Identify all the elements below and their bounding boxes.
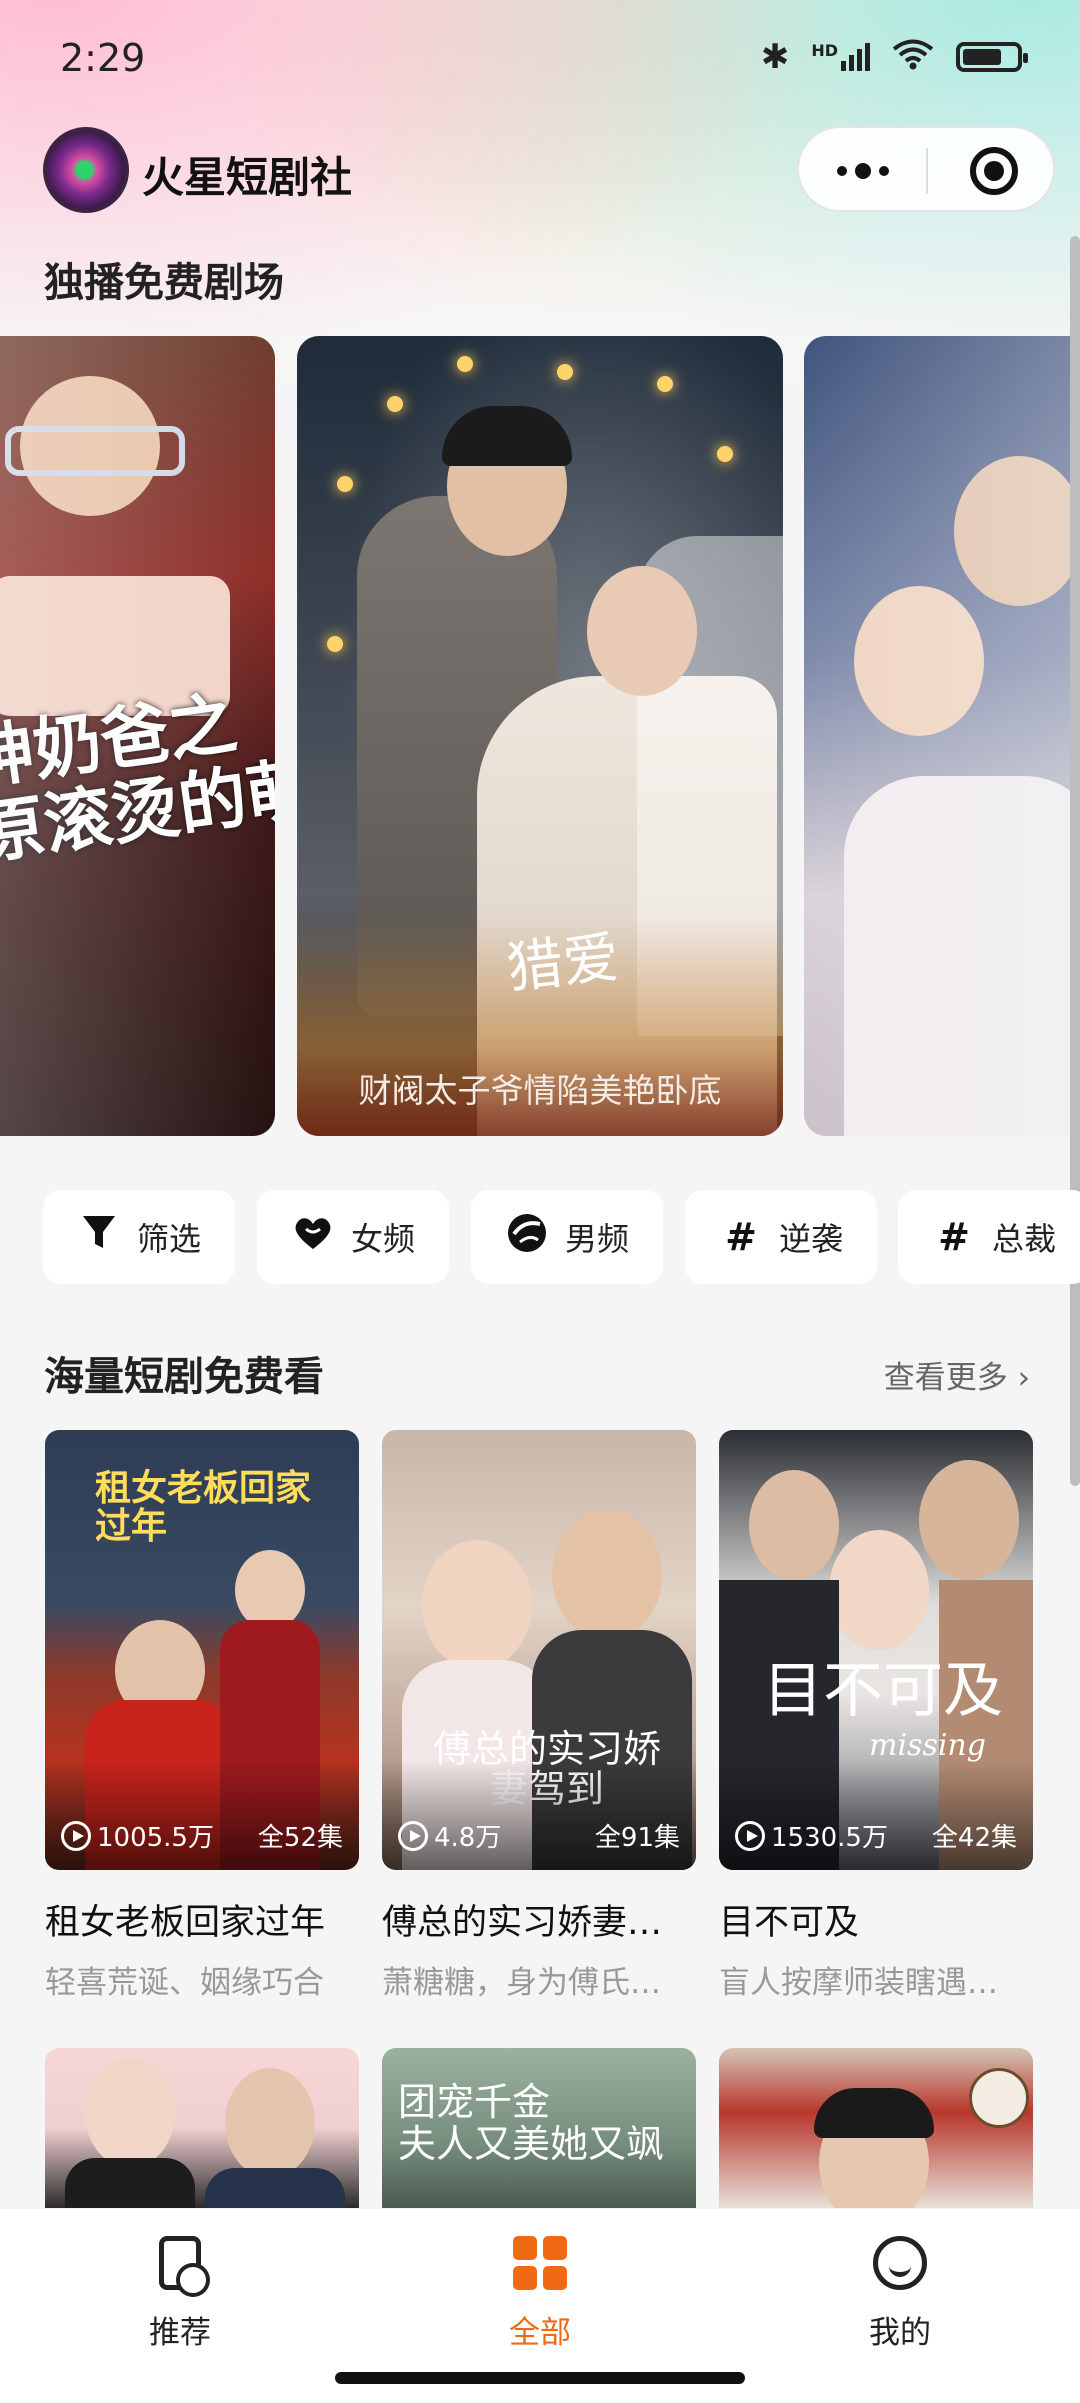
close-mini-app-icon[interactable] <box>970 147 1018 195</box>
status-icons: ✱ HD <box>760 37 1028 77</box>
wifi-icon <box>892 38 934 76</box>
chip-ceo[interactable]: # 总裁 <box>898 1190 1080 1284</box>
free-dramas-section-title: 海量短剧免费看 <box>44 1354 324 1400</box>
chip-male[interactable]: 男频 <box>471 1190 663 1284</box>
chip-filter[interactable]: 筛选 <box>43 1190 235 1284</box>
drama-thumbnail[interactable]: 租女老板回家过年 1005.5万 全52集 <box>45 1430 359 1870</box>
drama-description: 萧糖糖，身为傅氏… <box>382 1965 661 2001</box>
featured-poster-left[interactable]: 神奶爸之 原滚烫的萌娃 <box>0 336 275 1136</box>
drama-thumbnail[interactable]: 傅总的实习娇妻驾到 4.8万 全91集 <box>382 1430 696 1870</box>
drama-title[interactable]: 傅总的实习娇妻… <box>382 1894 696 1945</box>
view-count: 1530.5万 <box>771 1823 888 1853</box>
heart-icon <box>291 1215 335 1260</box>
status-time: 2:29 <box>60 36 146 80</box>
thumbnail-subtitle-art: missing <box>869 1728 986 1763</box>
scrollbar[interactable] <box>1070 236 1080 1486</box>
nav-recommend[interactable]: 推荐 <box>80 2231 280 2352</box>
view-more-link[interactable]: 查看更多 › <box>884 1352 1030 1397</box>
play-icon <box>398 1820 428 1851</box>
battery-icon <box>956 42 1028 72</box>
drama-thumbnail[interactable]: 目不可及 missing 1530.5万 全42集 <box>719 1430 1033 1870</box>
chip-female[interactable]: 女频 <box>257 1190 449 1284</box>
thumbnail-title-art: 租女老板回家过年 <box>95 1467 312 1547</box>
episode-count: 全42集 <box>931 1823 1017 1853</box>
hash-icon: # <box>938 1215 970 1259</box>
app-logo <box>43 127 129 213</box>
nav-all[interactable]: 全部 <box>440 2231 640 2352</box>
play-icon <box>735 1820 765 1851</box>
drama-card[interactable]: 租女老板回家过年 1005.5万 全52集 租女老板回家过年 轻喜荒诞、姻缘巧合 <box>45 1430 359 2002</box>
capsule-divider <box>926 148 928 194</box>
drama-title[interactable]: 租女老板回家过年 <box>45 1894 359 1945</box>
hash-icon: # <box>725 1215 757 1259</box>
featured-poster-right[interactable] <box>804 336 1080 1136</box>
drama-card[interactable]: 目不可及 missing 1530.5万 全42集 目不可及 盲人按摩师装瞎遇… <box>719 1430 1033 2002</box>
smile-icon <box>873 2236 927 2290</box>
signal-icon: HD <box>811 43 870 71</box>
recommend-icon <box>159 2236 210 2297</box>
chip-comeback[interactable]: # 逆袭 <box>685 1190 877 1284</box>
app-title: 火星短剧社 <box>142 153 353 202</box>
signal-label: HD <box>811 41 838 60</box>
drama-card[interactable]: 傅总的实习娇妻驾到 4.8万 全91集 傅总的实习娇妻… 萧糖糖，身为傅氏… <box>382 1430 696 2002</box>
play-icon <box>61 1820 91 1851</box>
drama-thumbnail[interactable] <box>719 2048 1033 2208</box>
bluetooth-icon: ✱ <box>760 37 790 77</box>
episode-count: 全52集 <box>257 1823 343 1853</box>
filter-icon <box>77 1214 121 1261</box>
male-icon <box>505 1212 549 1263</box>
capsule-menu <box>797 126 1055 212</box>
mini-app-header: 火星短剧社 <box>0 124 1080 216</box>
drama-description: 轻喜荒诞、姻缘巧合 <box>45 1965 324 2001</box>
drama-thumbnail[interactable]: 团宠千金 夫人又美她又飒 <box>382 2048 696 2208</box>
view-count: 4.8万 <box>434 1823 502 1853</box>
featured-poster-center[interactable]: 猎爱 财阀太子爷情陷美艳卧底 <box>297 336 783 1136</box>
more-options-icon[interactable] <box>833 128 893 214</box>
drama-title[interactable]: 目不可及 <box>719 1894 1033 1945</box>
grid-icon <box>513 2236 567 2290</box>
featured-section-title: 独播免费剧场 <box>44 260 284 306</box>
featured-carousel[interactable]: 神奶爸之 原滚烫的萌娃 猎爱 财阀太子爷情陷美艳卧底 <box>0 336 1080 1136</box>
drama-thumbnail[interactable] <box>45 2048 359 2208</box>
drama-description: 盲人按摩师装瞎遇… <box>719 1965 998 2001</box>
episode-count: 全91集 <box>594 1823 680 1853</box>
view-count: 1005.5万 <box>97 1823 214 1853</box>
poster-center-calligraphy: 猎爱 <box>503 925 623 1002</box>
poster-center-caption: 财阀太子爷情陷美艳卧底 <box>358 1071 722 1110</box>
category-chips: 筛选 女频 男频 # 逆袭 # 总裁 <box>0 1190 1080 1286</box>
thumbnail-title-art: 目不可及 <box>763 1656 1003 1726</box>
nav-me[interactable]: 我的 <box>800 2231 1000 2352</box>
thumbnail-title-art: 团宠千金 夫人又美她又飒 <box>398 2080 665 2166</box>
home-indicator <box>335 2372 745 2384</box>
status-bar: 2:29 ✱ HD <box>0 0 1080 120</box>
